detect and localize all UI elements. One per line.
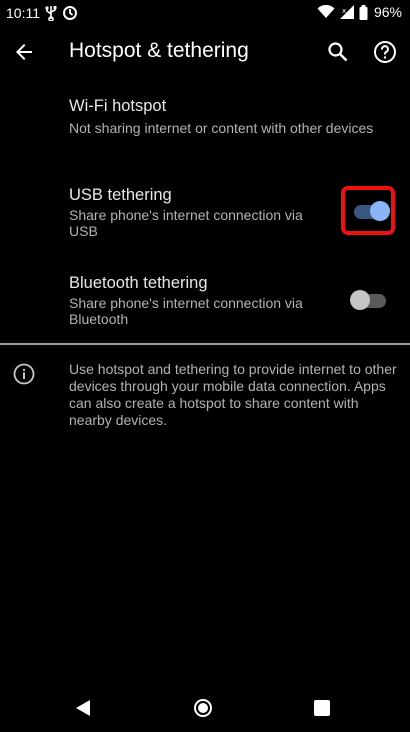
setting-bluetooth-tethering[interactable]: Bluetooth tethering Share phone's intern… — [0, 266, 410, 336]
status-bar: 10:11 x 96% — [0, 0, 410, 28]
setting-title: USB tethering — [69, 186, 172, 204]
navigation-bar — [0, 684, 410, 732]
help-icon[interactable] — [373, 40, 397, 64]
info-icon — [13, 363, 35, 385]
nav-home-icon[interactable] — [193, 698, 213, 718]
page-title: Hotspot & tethering — [69, 39, 249, 62]
sync-icon — [63, 6, 77, 20]
svg-text:x: x — [342, 7, 346, 15]
battery-icon — [359, 4, 368, 20]
highlight-box — [341, 186, 395, 235]
setting-summary-line2: USB — [69, 223, 98, 239]
wifi-icon — [317, 5, 335, 18]
setting-wifi-hotspot[interactable]: Wi-Fi hotspot Not sharing internet or co… — [0, 90, 410, 160]
search-icon[interactable] — [326, 40, 350, 64]
app-bar: Hotspot & tethering — [0, 28, 410, 76]
nav-recents-icon[interactable] — [314, 700, 330, 716]
signal-icon: x — [339, 5, 354, 19]
info-text: Use hotspot and tethering to provide int… — [69, 361, 397, 428]
bluetooth-tethering-toggle[interactable] — [350, 289, 390, 311]
setting-title: Wi-Fi hotspot — [69, 97, 167, 115]
setting-summary-line2: Bluetooth — [69, 311, 129, 327]
status-time: 10:11 — [6, 5, 40, 21]
status-system-icons: x 96% — [317, 4, 402, 20]
status-notification-icons — [44, 5, 78, 21]
setting-summary: Not sharing internet or content with oth… — [69, 120, 374, 136]
back-arrow-icon[interactable] — [12, 40, 36, 64]
setting-title: Bluetooth tethering — [69, 274, 208, 292]
nav-back-icon[interactable] — [74, 698, 92, 718]
battery-percent: 96% — [373, 4, 402, 20]
divider — [0, 343, 410, 345]
usb-icon — [45, 6, 57, 21]
toggle-thumb — [350, 290, 370, 310]
setting-summary-line1: Share phone's internet connection via — [69, 207, 303, 223]
